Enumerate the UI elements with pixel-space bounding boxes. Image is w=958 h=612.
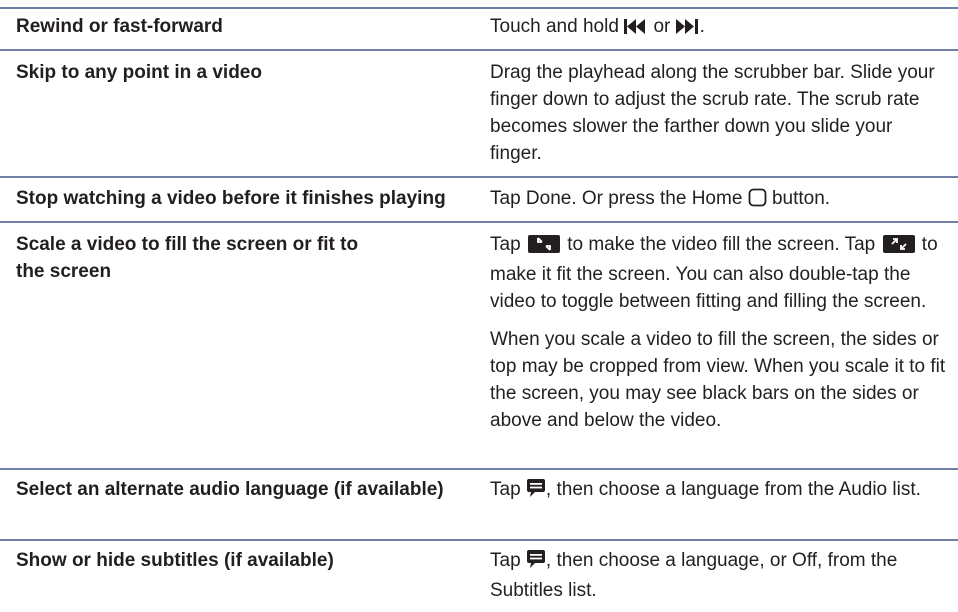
description-paragraph: Tap to make the video fill the screen. T…	[490, 231, 948, 315]
description-text: Tap Done. Or press the Home	[490, 188, 748, 209]
row-divider	[0, 468, 958, 470]
description-text: Tap	[490, 479, 526, 500]
description-text: to make the video fill the screen. Tap	[561, 234, 881, 255]
description-text: or	[648, 16, 676, 37]
row-divider	[0, 176, 958, 178]
description-paragraph: When you scale a video to fill the scree…	[490, 329, 946, 431]
description-text: , then choose a language, or Off, from t…	[490, 550, 898, 601]
description-text: , then choose a language from the Audio …	[545, 479, 921, 500]
fit-screen-icon	[881, 234, 917, 261]
row-divider	[0, 539, 958, 541]
description-text: Touch and hold	[490, 16, 625, 37]
description-cell: Tap to make the video fill the screen. T…	[490, 231, 948, 434]
description-text: .	[699, 16, 705, 37]
fill-screen-icon	[526, 234, 562, 261]
description-text: Tap	[490, 550, 526, 571]
description-cell: Tap , then choose a language from the Au…	[490, 476, 948, 506]
row-divider	[0, 7, 958, 9]
description-text: Tap	[490, 234, 526, 255]
description-cell: Tap Done. Or press the Home button.	[490, 185, 948, 215]
action-cell: Skip to any point in a video	[16, 62, 262, 83]
action-cell: Rewind or fast-forward	[16, 16, 223, 37]
rewind-icon	[624, 16, 648, 43]
action-cell: Select an alternate audio language (if a…	[16, 479, 444, 500]
speech-bubble-icon	[526, 478, 546, 506]
description-cell: Tap , then choose a language, or Off, fr…	[490, 547, 948, 604]
action-cell: Scale a video to fill the screen or fit …	[16, 234, 359, 282]
description-text: button.	[766, 188, 831, 209]
fast-forward-icon	[675, 16, 700, 43]
description-cell: Touch and hold or .	[490, 13, 948, 43]
action-cell: Stop watching a video before it finishes…	[16, 188, 446, 209]
action-cell: Show or hide subtitles (if available)	[16, 550, 334, 571]
home-button-icon	[748, 188, 767, 215]
speech-bubble-icon	[526, 549, 546, 577]
row-divider	[0, 221, 958, 223]
row-divider	[0, 49, 958, 51]
description-cell: Drag the playhead along the scrubber bar…	[490, 62, 935, 164]
